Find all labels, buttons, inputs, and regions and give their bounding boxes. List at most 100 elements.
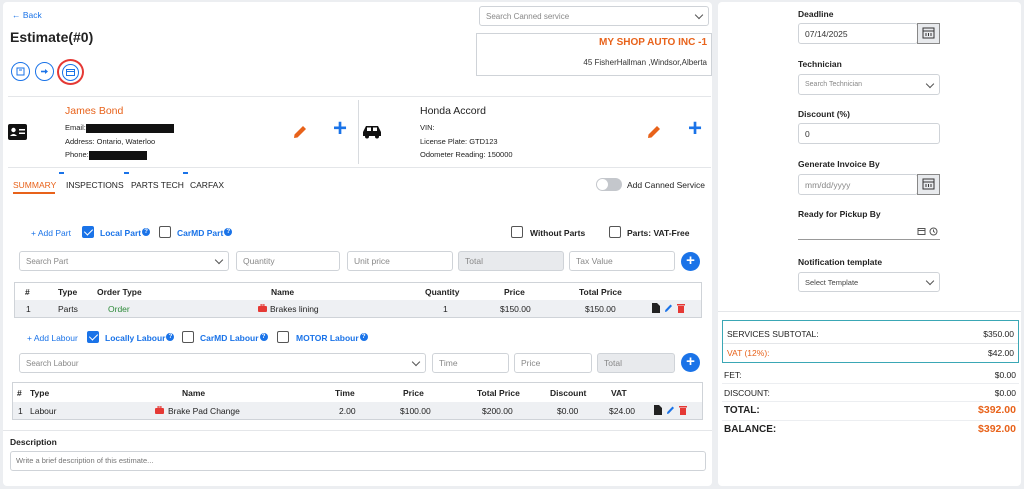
- tab-parts-tech[interactable]: PARTS TECH: [131, 180, 184, 190]
- balance-value: $392.00: [978, 423, 1016, 435]
- add-labour-button[interactable]: +: [681, 353, 700, 372]
- edit-customer-icon[interactable]: [291, 123, 309, 141]
- col-num: #: [25, 287, 30, 297]
- page-title: Estimate(#0): [10, 29, 94, 45]
- tax-value-input[interactable]: [569, 251, 675, 271]
- labour-table: # Type Name Time Price Total Price Disco…: [12, 382, 703, 420]
- col-name: Name: [271, 287, 295, 297]
- email-redacted: [85, 123, 174, 133]
- delete-icon[interactable]: [679, 405, 687, 415]
- email-label: Email:: [65, 123, 86, 132]
- without-parts-label: Without Parts: [530, 228, 586, 238]
- row-order-type: Order: [108, 304, 130, 314]
- row-name: Brakes lining: [270, 304, 319, 314]
- notification-label: Notification template: [798, 257, 883, 267]
- save-icon-button[interactable]: [11, 62, 30, 81]
- shop-address: 45 FisherHallman ,Windsor,Alberta: [583, 58, 707, 67]
- col-vat: VAT: [611, 388, 627, 398]
- quantity-input[interactable]: [236, 251, 340, 271]
- carmd-labour-checkbox[interactable]: [182, 331, 194, 343]
- services-subtotal-label: SERVICES SUBTOTAL:: [727, 329, 819, 339]
- col-num: #: [17, 388, 22, 398]
- pickup-datetime-input[interactable]: [798, 224, 940, 240]
- tab-summary[interactable]: SUMMARY: [13, 180, 56, 190]
- divider: [8, 167, 711, 168]
- deadline-label: Deadline: [798, 9, 834, 19]
- notification-template-select[interactable]: Select Template: [798, 272, 940, 292]
- vat-value: $42.00: [988, 348, 1014, 358]
- add-part-link[interactable]: + Add Part: [31, 228, 71, 238]
- row-type: Parts: [58, 304, 78, 314]
- row-discount: $0.00: [557, 406, 579, 416]
- row-quantity: 1: [443, 304, 448, 314]
- calendar-button[interactable]: [917, 23, 940, 44]
- calendar-small-icon: [917, 228, 926, 235]
- row-price: $150.00: [500, 304, 531, 314]
- row-price: $100.00: [400, 406, 431, 416]
- add-vehicle-icon[interactable]: +: [688, 115, 702, 143]
- add-labour-link[interactable]: + Add Labour: [27, 333, 78, 343]
- print-icon-button-highlight[interactable]: [57, 59, 84, 85]
- help-icon[interactable]: ?: [142, 228, 151, 236]
- without-parts-checkbox[interactable]: [511, 226, 523, 238]
- discount-input[interactable]: [798, 123, 940, 144]
- local-part-checkbox[interactable]: [82, 226, 94, 238]
- locally-labour-text: Locally Labour: [105, 333, 166, 343]
- chevron-down-icon: [925, 79, 935, 88]
- tab-carfax[interactable]: CARFAX: [190, 180, 224, 190]
- search-labour-select[interactable]: Search Labour: [19, 353, 426, 373]
- col-quantity: Quantity: [425, 287, 460, 297]
- help-icon[interactable]: ?: [359, 333, 368, 341]
- customer-name[interactable]: James Bond: [65, 105, 123, 117]
- row-name: Brake Pad Change: [168, 406, 240, 416]
- calendar-icon: [922, 27, 935, 39]
- unit-price-input[interactable]: [347, 251, 453, 271]
- document-icon[interactable]: [652, 303, 660, 313]
- carmd-part-checkbox[interactable]: [159, 226, 171, 238]
- document-icon[interactable]: [654, 405, 662, 415]
- help-icon[interactable]: ?: [259, 333, 268, 341]
- help-icon[interactable]: ?: [224, 228, 233, 236]
- technician-select[interactable]: Search Technician: [798, 74, 940, 95]
- col-order-type: Order Type: [97, 287, 142, 297]
- generate-invoice-input[interactable]: [798, 174, 918, 195]
- locally-labour-checkbox[interactable]: [87, 331, 99, 343]
- add-part-button[interactable]: +: [681, 252, 700, 271]
- help-icon[interactable]: ?: [166, 333, 175, 341]
- tab-inspections[interactable]: INSPECTIONS: [66, 180, 124, 190]
- row-num: 1: [26, 304, 31, 314]
- canned-service-toggle[interactable]: [596, 178, 622, 191]
- id-card-icon: [8, 124, 27, 140]
- vat-label: VAT (12%):: [727, 348, 770, 358]
- time-input[interactable]: [432, 353, 509, 373]
- toggle-knob: [597, 179, 608, 190]
- vat-free-checkbox[interactable]: [609, 226, 621, 238]
- delete-icon[interactable]: [677, 303, 685, 313]
- vehicle-name[interactable]: Honda Accord: [420, 105, 486, 117]
- deadline-input[interactable]: [798, 23, 918, 44]
- search-part-select[interactable]: Search Part: [19, 251, 229, 271]
- motor-labour-checkbox[interactable]: [277, 331, 289, 343]
- customer-email: Email:: [65, 123, 174, 133]
- canned-service-toggle-label: Add Canned Service: [627, 180, 705, 190]
- add-customer-icon[interactable]: +: [333, 115, 347, 143]
- canned-service-select[interactable]: Search Canned service: [479, 6, 709, 26]
- car-icon: [363, 126, 381, 139]
- labour-price-input[interactable]: [514, 353, 592, 373]
- table-row[interactable]: 1 Labour Brake Pad Change 2.00 $100.00 $…: [13, 402, 702, 419]
- description-textarea[interactable]: [10, 451, 706, 471]
- chevron-down-icon: [925, 276, 935, 286]
- description-label: Description: [10, 437, 57, 447]
- back-link[interactable]: ← Back: [12, 10, 42, 20]
- print-icon-button[interactable]: [62, 64, 79, 81]
- table-row[interactable]: 1 Parts Order Brakes lining 1 $150.00 $1…: [15, 300, 701, 317]
- edit-icon[interactable]: [664, 303, 673, 313]
- row-total: $150.00: [585, 304, 616, 314]
- edit-vehicle-icon[interactable]: [645, 123, 663, 141]
- carmd-labour-label: CarMD Labour?: [200, 333, 268, 343]
- edit-icon[interactable]: [666, 405, 675, 415]
- row-vat: $24.00: [609, 406, 635, 416]
- calendar-button[interactable]: [917, 174, 940, 195]
- send-icon-button[interactable]: [35, 62, 54, 81]
- subtotal-box: SERVICES SUBTOTAL: $350.00 VAT (12%): $4…: [722, 320, 1019, 363]
